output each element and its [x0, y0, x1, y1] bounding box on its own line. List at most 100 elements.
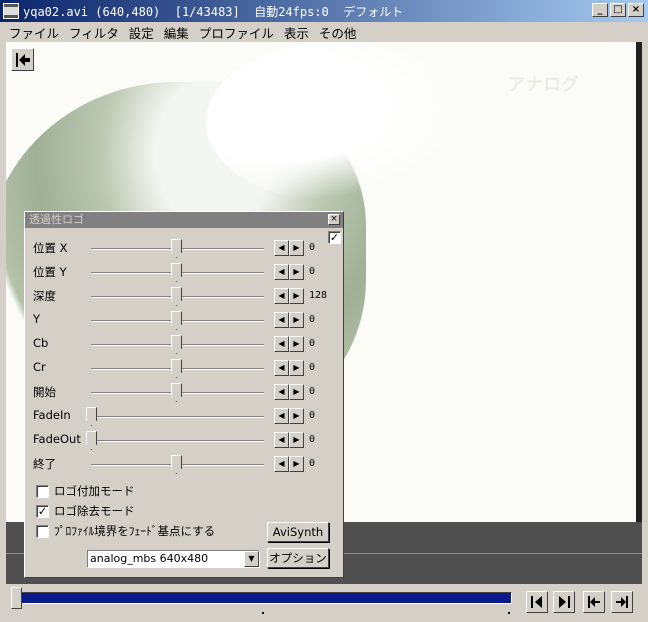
slider-thumb-pos-x[interactable]: [171, 239, 182, 258]
spin-buttons-y: ◀ ▶: [274, 312, 304, 328]
profile-fade-label: ﾌﾟﾛﾌｧｲﾙ境界をﾌｪｰﾄﾞ基点にする: [54, 524, 216, 538]
slider-thumb-cr[interactable]: [171, 359, 182, 378]
prev-frame-button[interactable]: [526, 591, 548, 613]
spin-buttons-pos-x: ◀ ▶: [274, 240, 304, 256]
slider-value-fade-in: 0: [309, 410, 316, 421]
spin-buttons-pos-y: ◀ ▶: [274, 264, 304, 280]
menu-edit[interactable]: 編集: [159, 23, 194, 42]
slider-thumb-fade-out[interactable]: [86, 431, 97, 450]
video-right-border: [636, 42, 642, 522]
slider-thumb-depth[interactable]: [171, 287, 182, 306]
slider-row-start: 開始 ◀ ▶ 0: [25, 381, 345, 402]
dropdown-arrow-icon[interactable]: ▼: [244, 551, 259, 567]
slider-label-fade-in: FadeIn: [33, 408, 71, 422]
spin-buttons-fade-out: ◀ ▶: [274, 432, 304, 448]
slider-thumb-end[interactable]: [171, 455, 182, 474]
increment-button[interactable]: ▶: [289, 240, 304, 256]
slider-value-pos-x: 0: [309, 242, 316, 253]
increment-button[interactable]: ▶: [289, 432, 304, 448]
dialog-title-bar[interactable]: 透過性ロゴ ×: [25, 212, 343, 228]
slider-thumb-pos-y[interactable]: [171, 263, 182, 282]
decrement-button[interactable]: ◀: [274, 336, 289, 352]
slider-value-start: 0: [309, 386, 316, 397]
slider-value-cb: 0: [309, 338, 316, 349]
increment-button[interactable]: ▶: [289, 312, 304, 328]
menu-settings[interactable]: 設定: [124, 23, 159, 42]
maximize-button[interactable]: □: [610, 3, 626, 17]
slider-thumb-fade-in[interactable]: [86, 407, 97, 426]
minimize-button[interactable]: _: [592, 3, 608, 17]
slider-thumb-start[interactable]: [171, 383, 182, 402]
logo-add-mode-option[interactable]: ロゴ付加モード: [36, 483, 135, 499]
slider-label-start: 開始: [33, 385, 56, 399]
prev-keyframe-button[interactable]: [583, 591, 605, 613]
dialog-close-button[interactable]: ×: [328, 214, 340, 225]
window-controls: _ □ ×: [592, 3, 644, 17]
slider-value-fade-out: 0: [309, 434, 316, 445]
spin-buttons-start: ◀ ▶: [274, 384, 304, 400]
slider-row-y: Y ◀ ▶ 0: [25, 309, 345, 330]
profile-fade-option[interactable]: ﾌﾟﾛﾌｧｲﾙ境界をﾌｪｰﾄﾞ基点にする: [36, 523, 215, 539]
decrement-button[interactable]: ◀: [274, 408, 289, 424]
logo-watermark: アナログ: [508, 75, 580, 95]
dialog-title: 透過性ロゴ: [29, 213, 84, 226]
title-bar[interactable]: yqa02.avi (640,480) [1/43483] 自動24fps:0 …: [0, 0, 648, 22]
logo-data-select-value: analog_mbs 640x480: [90, 552, 209, 565]
increment-button[interactable]: ▶: [289, 408, 304, 424]
slider-row-depth: 深度 ◀ ▶ 128: [25, 285, 345, 306]
slider-row-cr: Cr ◀ ▶ 0: [25, 357, 345, 378]
menu-filter[interactable]: フィルタ: [64, 23, 124, 42]
slider-row-end: 終了 ◀ ▶ 0: [25, 453, 345, 474]
slider-row-fade-in: FadeIn ◀ ▶ 0: [25, 405, 345, 426]
profile-fade-checkbox[interactable]: [36, 524, 49, 538]
close-button[interactable]: ×: [628, 3, 644, 17]
decrement-button[interactable]: ◀: [274, 360, 289, 376]
back-to-start-button[interactable]: [11, 48, 34, 71]
logo-data-select[interactable]: analog_mbs 640x480 ▼: [87, 550, 260, 568]
increment-button[interactable]: ▶: [289, 336, 304, 352]
slider-label-end: 終了: [33, 457, 56, 471]
increment-button[interactable]: ▶: [289, 264, 304, 280]
increment-button[interactable]: ▶: [289, 384, 304, 400]
decrement-button[interactable]: ◀: [274, 384, 289, 400]
slider-label-y: Y: [33, 312, 41, 326]
decrement-button[interactable]: ◀: [274, 288, 289, 304]
spin-buttons-end: ◀ ▶: [274, 456, 304, 472]
increment-button[interactable]: ▶: [289, 360, 304, 376]
slider-row-pos-x: 位置 X ◀ ▶ 0: [25, 237, 345, 258]
slider-label-pos-y: 位置 Y: [33, 265, 67, 279]
menu-file[interactable]: ファイル: [4, 23, 64, 42]
logo-remove-mode-option[interactable]: ✓ ロゴ除去モード: [36, 503, 135, 519]
step-back-icon: [531, 596, 542, 608]
slider-thumb-y[interactable]: [171, 311, 182, 330]
slider-label-depth: 深度: [33, 289, 56, 303]
slider-row-pos-y: 位置 Y ◀ ▶ 0: [25, 261, 345, 282]
next-keyframe-button[interactable]: [611, 591, 633, 613]
decrement-button[interactable]: ◀: [274, 312, 289, 328]
menu-profile[interactable]: プロファイル: [194, 23, 279, 42]
menu-view[interactable]: 表示: [279, 23, 314, 42]
option-button[interactable]: オプション: [267, 548, 329, 568]
slider-value-cr: 0: [309, 362, 316, 373]
decrement-button[interactable]: ◀: [274, 456, 289, 472]
slider-value-depth: 128: [309, 290, 328, 301]
slider-track-fade-out[interactable]: [91, 440, 264, 442]
increment-button[interactable]: ▶: [289, 288, 304, 304]
decrement-button[interactable]: ◀: [274, 240, 289, 256]
slider-thumb-cb[interactable]: [171, 335, 182, 354]
next-frame-button[interactable]: [553, 591, 575, 613]
seek-track[interactable]: [20, 592, 512, 604]
seek-thumb[interactable]: [11, 587, 22, 609]
decrement-button[interactable]: ◀: [274, 264, 289, 280]
slider-track-fade-in[interactable]: [91, 416, 264, 418]
avisynth-button[interactable]: AviSynth: [267, 522, 329, 542]
decrement-button[interactable]: ◀: [274, 432, 289, 448]
slider-label-cr: Cr: [33, 360, 46, 374]
logo-add-mode-checkbox[interactable]: [36, 484, 49, 498]
logo-remove-mode-label: ロゴ除去モード: [54, 504, 135, 518]
arrow-left-bar-icon: [15, 52, 30, 67]
spin-buttons-depth: ◀ ▶: [274, 288, 304, 304]
logo-remove-mode-checkbox[interactable]: ✓: [36, 504, 49, 518]
increment-button[interactable]: ▶: [289, 456, 304, 472]
menu-other[interactable]: その他: [314, 23, 362, 42]
